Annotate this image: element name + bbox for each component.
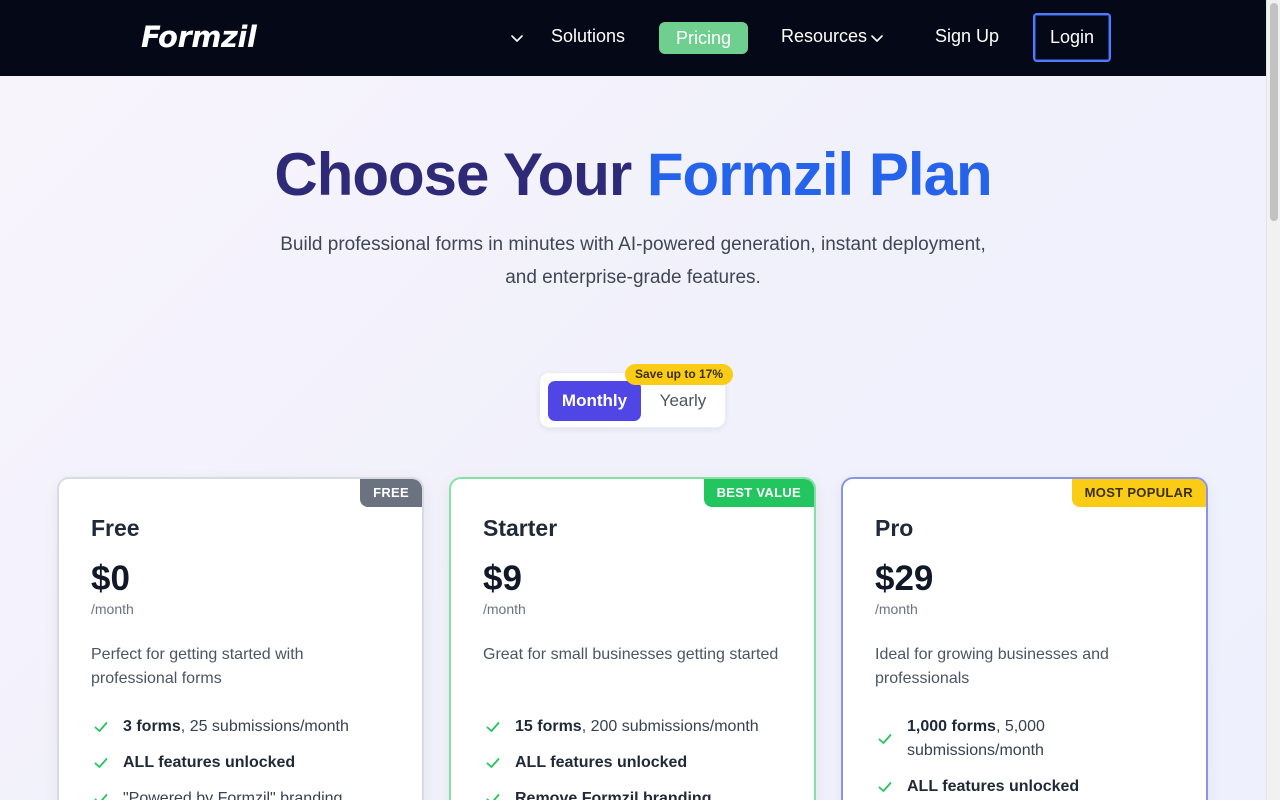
feature-item: 1,000 forms, 5,000 submissions/month: [875, 715, 1185, 763]
nav-login-button[interactable]: Login: [1033, 13, 1111, 62]
check-icon: [486, 758, 500, 768]
plan-name: Pro: [875, 515, 914, 541]
feature-item: 15 forms, 200 submissions/month: [483, 715, 793, 739]
feature-item: ALL features unlocked: [91, 751, 401, 775]
page-subtitle: Build professional forms in minutes with…: [233, 228, 1033, 294]
feature-item: ALL features unlocked: [483, 751, 793, 775]
plan-period: /month: [875, 601, 918, 617]
check-icon: [94, 794, 108, 800]
feature-list: 1,000 forms, 5,000 submissions/month ALL…: [875, 715, 1185, 800]
chevron-down-icon[interactable]: [509, 30, 525, 46]
feature-bold: 1,000 forms: [907, 718, 996, 735]
feature-bold: ALL features unlocked: [123, 754, 296, 771]
feature-bold: Remove Formzil branding: [515, 790, 712, 800]
feature-bold: 15 forms: [515, 718, 582, 735]
save-badge: Save up to 17%: [625, 364, 733, 385]
plan-card-free: FREE Free $0 /month Perfect for getting …: [57, 477, 424, 800]
plan-ribbon: BEST VALUE: [703, 479, 814, 507]
chevron-down-icon[interactable]: [869, 30, 885, 46]
check-icon: [486, 722, 500, 732]
feature-item: Remove Formzil branding: [483, 787, 793, 800]
plan-name: Free: [91, 515, 140, 541]
title-accent: Formzil Plan: [646, 141, 993, 208]
plan-card-pro: MOST POPULAR Pro $29 /month Ideal for gr…: [841, 477, 1208, 800]
nav-solutions-link[interactable]: Solutions: [551, 26, 625, 47]
feature-bold: 3 forms: [123, 718, 181, 735]
check-icon: [486, 794, 500, 800]
check-icon: [878, 782, 892, 792]
feature-list: 15 forms, 200 submissions/month ALL feat…: [483, 715, 793, 800]
page-title: Choose Your Formzil Plan: [0, 140, 1266, 209]
feature-text: "Powered by Formzil" branding: [123, 790, 343, 800]
nav-resources-link[interactable]: Resources: [781, 26, 867, 47]
plan-price: $0: [91, 559, 130, 598]
plan-price: $9: [483, 559, 522, 598]
feature-bold: ALL features unlocked: [515, 754, 688, 771]
check-icon: [94, 758, 108, 768]
plan-price: $29: [875, 559, 934, 598]
feature-item: ALL features unlocked: [875, 775, 1185, 799]
plan-ribbon: MOST POPULAR: [1071, 479, 1206, 507]
subtitle-line-1: Build professional forms in minutes with…: [280, 234, 986, 255]
plan-period: /month: [91, 601, 134, 617]
scrollbar-thumb[interactable]: [1270, 3, 1278, 221]
plan-ribbon: FREE: [360, 479, 422, 507]
feature-text: , 200 submissions/month: [581, 718, 759, 735]
plan-description: Perfect for getting started with profess…: [91, 646, 304, 687]
plan-description: Great for small businesses getting start…: [483, 646, 779, 663]
check-icon: [94, 722, 108, 732]
feature-item: 3 forms, 25 submissions/month: [91, 715, 401, 739]
yearly-toggle-button[interactable]: Yearly: [648, 381, 718, 421]
plan-period: /month: [483, 601, 526, 617]
plan-name: Starter: [483, 515, 558, 541]
top-navbar: Formzil Solutions Pricing Resources Sign…: [0, 0, 1266, 76]
check-icon: [878, 734, 892, 744]
nav-pricing-link[interactable]: Pricing: [659, 22, 748, 54]
subtitle-line-2: and enterprise-grade features.: [505, 267, 761, 288]
feature-item: "Powered by Formzil" branding: [91, 787, 401, 800]
monthly-toggle-button[interactable]: Monthly: [548, 381, 641, 421]
page-scrollbar[interactable]: [1266, 0, 1280, 800]
feature-list: 3 forms, 25 submissions/month ALL featur…: [91, 715, 401, 800]
formzil-logo[interactable]: Formzil: [141, 20, 257, 54]
feature-text: , 25 submissions/month: [180, 718, 349, 735]
plan-card-starter: BEST VALUE Starter $9 /month Great for s…: [449, 477, 816, 800]
title-main: Choose Your: [274, 141, 647, 208]
feature-bold: ALL features unlocked: [907, 778, 1080, 795]
nav-signup-link[interactable]: Sign Up: [935, 26, 999, 47]
plan-description: Ideal for growing businesses and profess…: [875, 646, 1109, 687]
